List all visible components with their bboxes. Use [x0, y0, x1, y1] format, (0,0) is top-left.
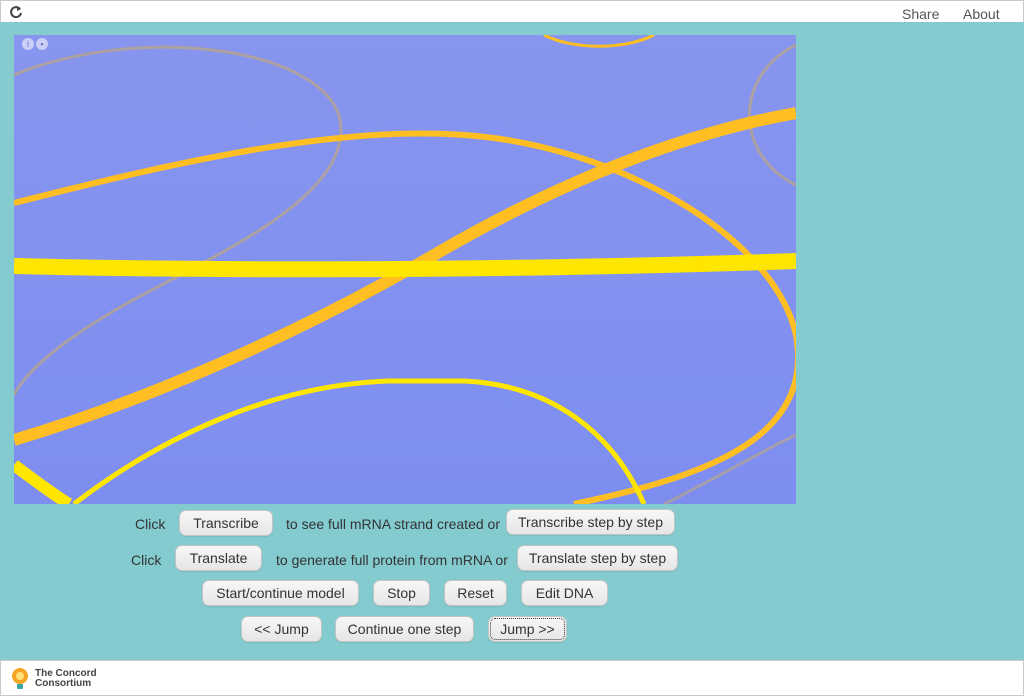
concord-logo[interactable]: The Concord Consortium [9, 666, 97, 692]
transcribe-button[interactable]: Transcribe [179, 510, 273, 536]
footer: The Concord Consortium [0, 660, 1024, 696]
transcribe-row: Click Transcribe to see full mRNA strand… [0, 509, 1024, 539]
transcribe-step-button[interactable]: Transcribe step by step [506, 509, 675, 535]
about-link[interactable]: About [963, 6, 1000, 22]
translate-hint: to generate full protein from mRNA or [276, 552, 508, 568]
translate-step-button[interactable]: Translate step by step [517, 545, 678, 571]
click-label: Click [135, 516, 166, 532]
dna-model-canvas[interactable]: i ▪ [14, 35, 796, 504]
stop-button[interactable]: Stop [373, 580, 430, 606]
dna-strands-graphic [14, 35, 796, 504]
top-bar: Share About [0, 0, 1024, 22]
lock-icon[interactable]: ▪ [36, 38, 48, 50]
continue-one-step-button[interactable]: Continue one step [335, 616, 474, 642]
translate-button[interactable]: Translate [175, 545, 262, 571]
translate-row: Click Translate to generate full protein… [0, 545, 1024, 575]
info-icon[interactable]: i [22, 38, 34, 50]
edit-dna-button[interactable]: Edit DNA [521, 580, 608, 606]
logo-line2: Consortium [35, 678, 92, 689]
start-continue-button[interactable]: Start/continue model [202, 580, 359, 606]
reset-button[interactable]: Reset [444, 580, 507, 606]
reload-icon[interactable] [9, 5, 23, 19]
click-label: Click [131, 552, 162, 568]
transcribe-hint: to see full mRNA strand created or [286, 516, 500, 532]
step-controls-row: << Jump Continue one step Jump >> [0, 616, 1024, 646]
model-info-icons: i ▪ [22, 38, 48, 50]
jump-forward-button[interactable]: Jump >> [488, 616, 567, 642]
share-link[interactable]: Share [902, 6, 939, 22]
lightbulb-logo-icon [12, 668, 28, 689]
model-controls-row: Start/continue model Stop Reset Edit DNA [0, 580, 1024, 610]
jump-back-button[interactable]: << Jump [241, 616, 322, 642]
